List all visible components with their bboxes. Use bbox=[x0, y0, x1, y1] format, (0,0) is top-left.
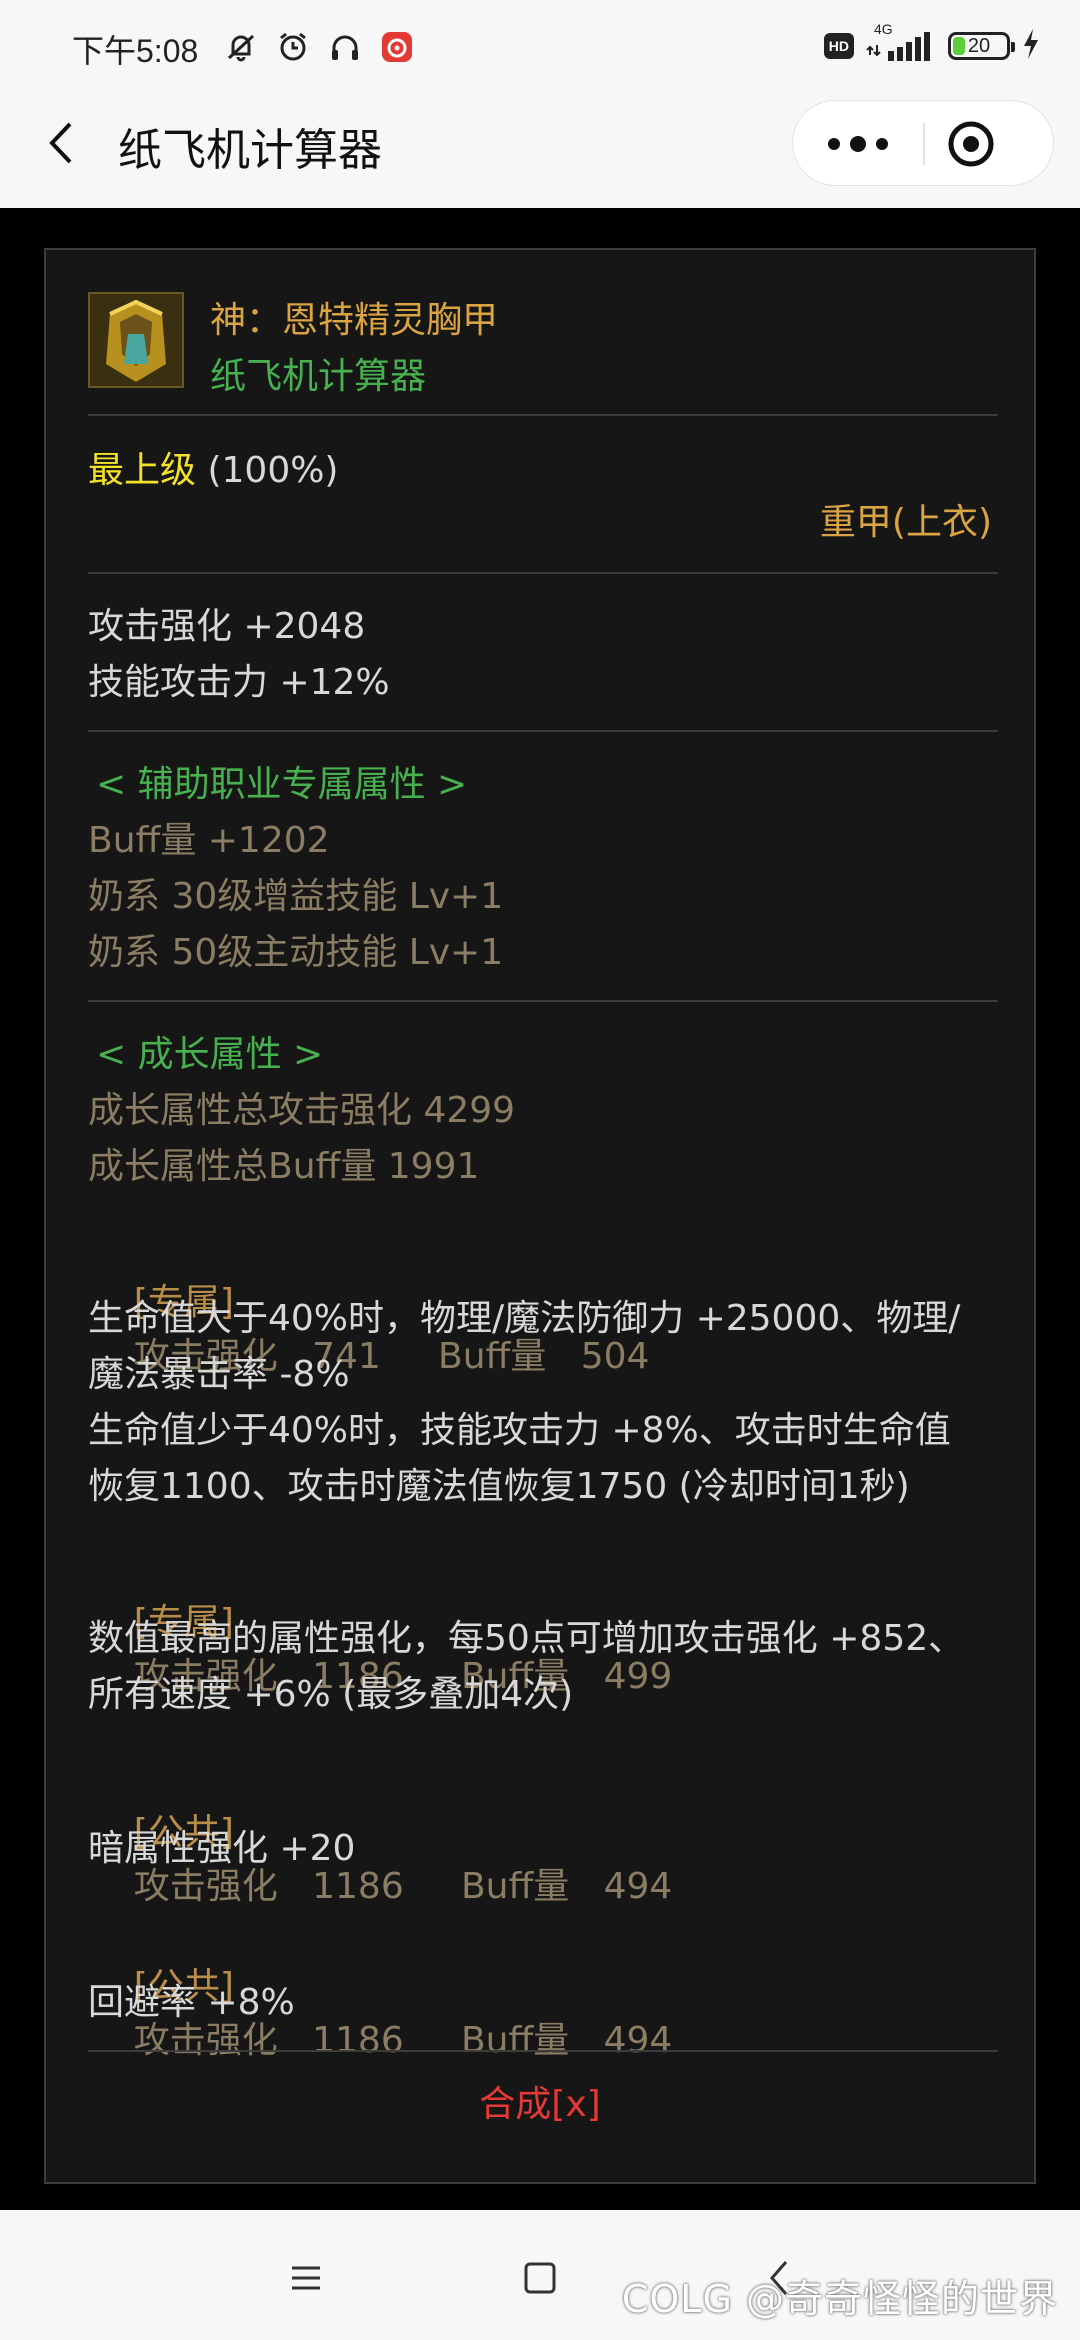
option-desc: 所有速度 +6% (最多叠加4次) bbox=[88, 1674, 574, 1715]
status-bar: 下午5:08 HD 4G 20 bbox=[0, 21, 1080, 78]
support-section-header: < 辅助职业专属属性 > bbox=[96, 764, 468, 805]
option-desc: 生命值少于40%时，技能攻击力 +8%、攻击时生命值 bbox=[88, 1410, 951, 1451]
nav-bar: 纸飞机计算器 bbox=[0, 100, 1080, 190]
battery-level: 20 bbox=[967, 34, 991, 57]
status-time: 下午5:08 bbox=[72, 33, 199, 69]
grade-label: 最上级 bbox=[88, 450, 197, 491]
option-desc: 暗属性强化 +20 bbox=[88, 1828, 356, 1869]
back-button[interactable] bbox=[40, 118, 90, 168]
base-stat: 技能攻击力 +12% bbox=[88, 662, 390, 703]
top-bar: 下午5:08 HD 4G 20 纸飞机计算器 bbox=[0, 0, 1080, 208]
chevron-left-icon bbox=[49, 122, 72, 164]
menu-icon bbox=[292, 2266, 320, 2290]
item-subtitle: 纸飞机计算器 bbox=[210, 356, 427, 397]
item-name: 神：恩特精灵胸甲 bbox=[210, 300, 499, 341]
more-icon bbox=[828, 138, 840, 150]
option-desc: 魔法暴击率 -8% bbox=[88, 1354, 350, 1395]
miniprogram-capsule bbox=[792, 100, 1054, 186]
support-stat: 奶系 50级主动技能 Lv+1 bbox=[88, 932, 504, 973]
item-icon bbox=[88, 292, 184, 388]
growth-total: 成长属性总Buff量 1991 bbox=[88, 1146, 480, 1187]
item-type: 重甲(上衣) bbox=[819, 502, 992, 543]
growth-total: 成长属性总攻击强化 4299 bbox=[88, 1090, 516, 1131]
item-tooltip-card: 神：恩特精灵胸甲 纸飞机计算器 最上级 (100%) 重甲(上衣) 攻击强化 +… bbox=[44, 248, 1036, 2184]
option-desc: 生命值大于40%时，物理/魔法防御力 +25000、物理/ bbox=[88, 1298, 961, 1339]
more-icon-center bbox=[850, 136, 866, 152]
status-icons bbox=[222, 28, 416, 66]
menu-button[interactable] bbox=[286, 2258, 326, 2298]
home-button[interactable] bbox=[520, 2258, 560, 2298]
alarm-icon bbox=[274, 28, 312, 66]
more-button[interactable] bbox=[793, 101, 923, 187]
charging-icon bbox=[1022, 28, 1040, 64]
grade-row: 最上级 (100%) bbox=[88, 444, 338, 498]
battery-icon: 20 bbox=[948, 32, 1015, 60]
home-square-icon bbox=[524, 2262, 556, 2294]
watermark: COLG @奇奇怪怪的世界 bbox=[621, 2277, 1058, 2321]
status-right: HD 4G 20 bbox=[823, 21, 1040, 64]
growth-section-header: < 成长属性 > bbox=[96, 1034, 324, 1075]
option-desc: 回避率 +8% bbox=[88, 1982, 295, 2023]
support-stat: Buff量 +1202 bbox=[88, 820, 330, 861]
capsule-divider bbox=[923, 123, 925, 165]
grade-percent: (100%) bbox=[207, 450, 339, 491]
divider bbox=[88, 572, 998, 574]
divider bbox=[88, 414, 998, 416]
more-icon-right bbox=[876, 138, 888, 150]
divider bbox=[88, 1000, 998, 1002]
headphones-icon bbox=[326, 28, 364, 66]
divider bbox=[88, 2050, 998, 2052]
mute-bell-icon bbox=[222, 28, 260, 66]
close-miniprogram-button[interactable] bbox=[941, 114, 1001, 174]
option-desc: 恢复1100、攻击时魔法值恢复1750 (冷却时间1秒) bbox=[88, 1466, 910, 1507]
system-nav-bar: COLG @奇奇怪怪的世界 bbox=[0, 2210, 1080, 2340]
base-stat: 攻击强化 +2048 bbox=[88, 606, 366, 647]
page-title: 纸飞机计算器 bbox=[118, 125, 382, 176]
support-stat: 奶系 30级增益技能 Lv+1 bbox=[88, 876, 504, 917]
signal-icon: 4G bbox=[866, 21, 936, 63]
synth-button[interactable]: 合成[x] bbox=[46, 2078, 1034, 2132]
option-desc: 数值最高的属性强化，每50点可增加攻击强化 +852、 bbox=[88, 1618, 965, 1659]
netease-music-icon bbox=[378, 28, 416, 66]
divider bbox=[88, 730, 998, 732]
target-close-icon bbox=[948, 121, 994, 167]
hd-badge: HD bbox=[823, 33, 854, 59]
